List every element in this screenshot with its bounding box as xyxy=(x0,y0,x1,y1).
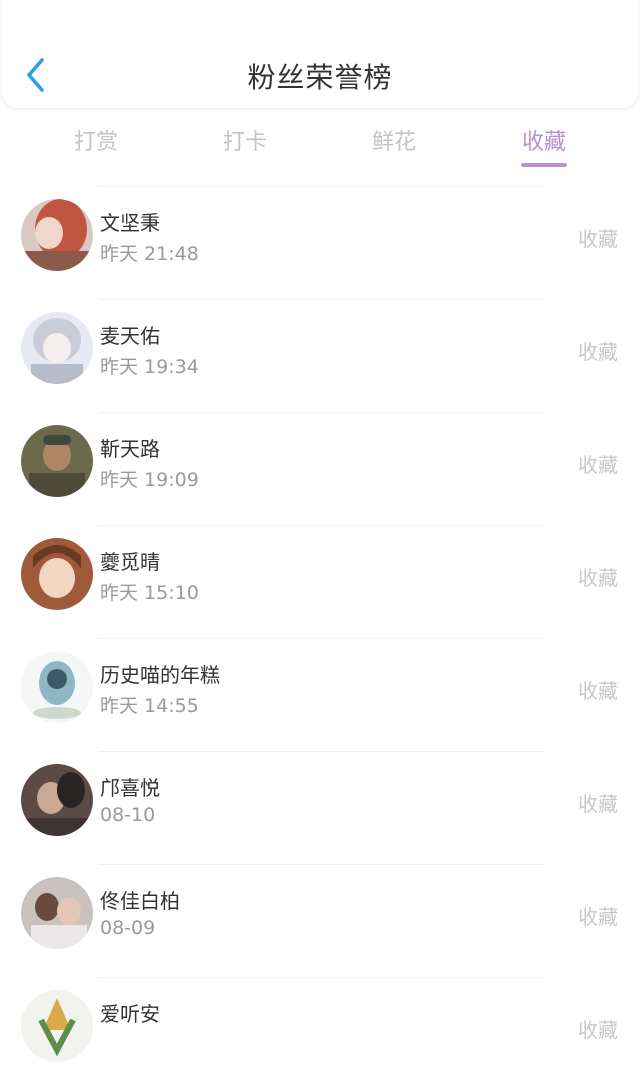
fan-time: 昨天 15:10 xyxy=(100,582,199,604)
action-label: 收藏 xyxy=(578,792,618,816)
fan-time: 昨天 19:09 xyxy=(100,469,199,491)
tab-checkin[interactable]: 打卡 xyxy=(195,124,295,156)
fan-name: 夔觅晴 xyxy=(100,550,160,574)
fan-name: 文坚秉 xyxy=(100,211,160,235)
action-label: 收藏 xyxy=(578,1018,618,1042)
action-label: 收藏 xyxy=(578,566,618,590)
avatar xyxy=(21,651,93,723)
fan-name: 靳天路 xyxy=(100,437,160,461)
action-label: 收藏 xyxy=(578,905,618,929)
tab-bar: 打赏 打卡 鲜花 收藏 xyxy=(0,112,640,172)
list-item[interactable]: 夔觅晴 昨天 15:10 收藏 xyxy=(21,525,618,638)
avatar xyxy=(21,990,93,1062)
list-item[interactable]: 麦天佑 昨天 19:34 收藏 xyxy=(21,299,618,412)
action-label: 收藏 xyxy=(578,340,618,364)
avatar xyxy=(21,425,93,497)
active-tab-indicator xyxy=(521,163,567,167)
fan-name: 佟佳白柏 xyxy=(100,889,180,913)
action-label: 收藏 xyxy=(578,453,618,477)
list-item[interactable]: 靳天路 昨天 19:09 收藏 xyxy=(21,412,618,525)
list-item[interactable]: 爱听安 收藏 xyxy=(21,977,618,1090)
tab-flowers[interactable]: 鲜花 xyxy=(344,124,444,156)
fan-time: 08-10 xyxy=(100,804,156,826)
list-item[interactable]: 文坚秉 昨天 21:48 收藏 xyxy=(21,186,618,299)
list-item[interactable]: 邝喜悦 08-10 收藏 xyxy=(21,751,618,864)
avatar xyxy=(21,199,93,271)
list-item[interactable]: 历史喵的年糕 昨天 14:55 收藏 xyxy=(21,638,618,751)
action-label: 收藏 xyxy=(578,227,618,251)
fan-name: 历史喵的年糕 xyxy=(100,663,220,687)
page-title: 粉丝荣誉榜 xyxy=(247,61,393,94)
fan-list: 文坚秉 昨天 21:48 收藏 麦天佑 昨天 19:34 收藏 靳天路 昨天 1… xyxy=(0,186,640,1090)
fan-name: 邝喜悦 xyxy=(100,776,160,800)
avatar xyxy=(21,764,93,836)
avatar xyxy=(21,538,93,610)
fan-name: 麦天佑 xyxy=(100,324,160,348)
avatar xyxy=(21,877,93,949)
fan-time: 昨天 14:55 xyxy=(100,695,199,717)
avatar xyxy=(21,312,93,384)
header: 粉丝荣誉榜 xyxy=(2,0,638,108)
fan-time: 昨天 21:48 xyxy=(100,243,199,265)
fan-name: 爱听安 xyxy=(100,1002,160,1026)
fan-time: 昨天 19:34 xyxy=(100,356,199,378)
tab-favorites[interactable]: 收藏 xyxy=(494,124,594,156)
tab-reward[interactable]: 打赏 xyxy=(46,124,146,156)
fan-time: 08-09 xyxy=(100,917,156,939)
list-item[interactable]: 佟佳白柏 08-09 收藏 xyxy=(21,864,618,977)
action-label: 收藏 xyxy=(578,679,618,703)
